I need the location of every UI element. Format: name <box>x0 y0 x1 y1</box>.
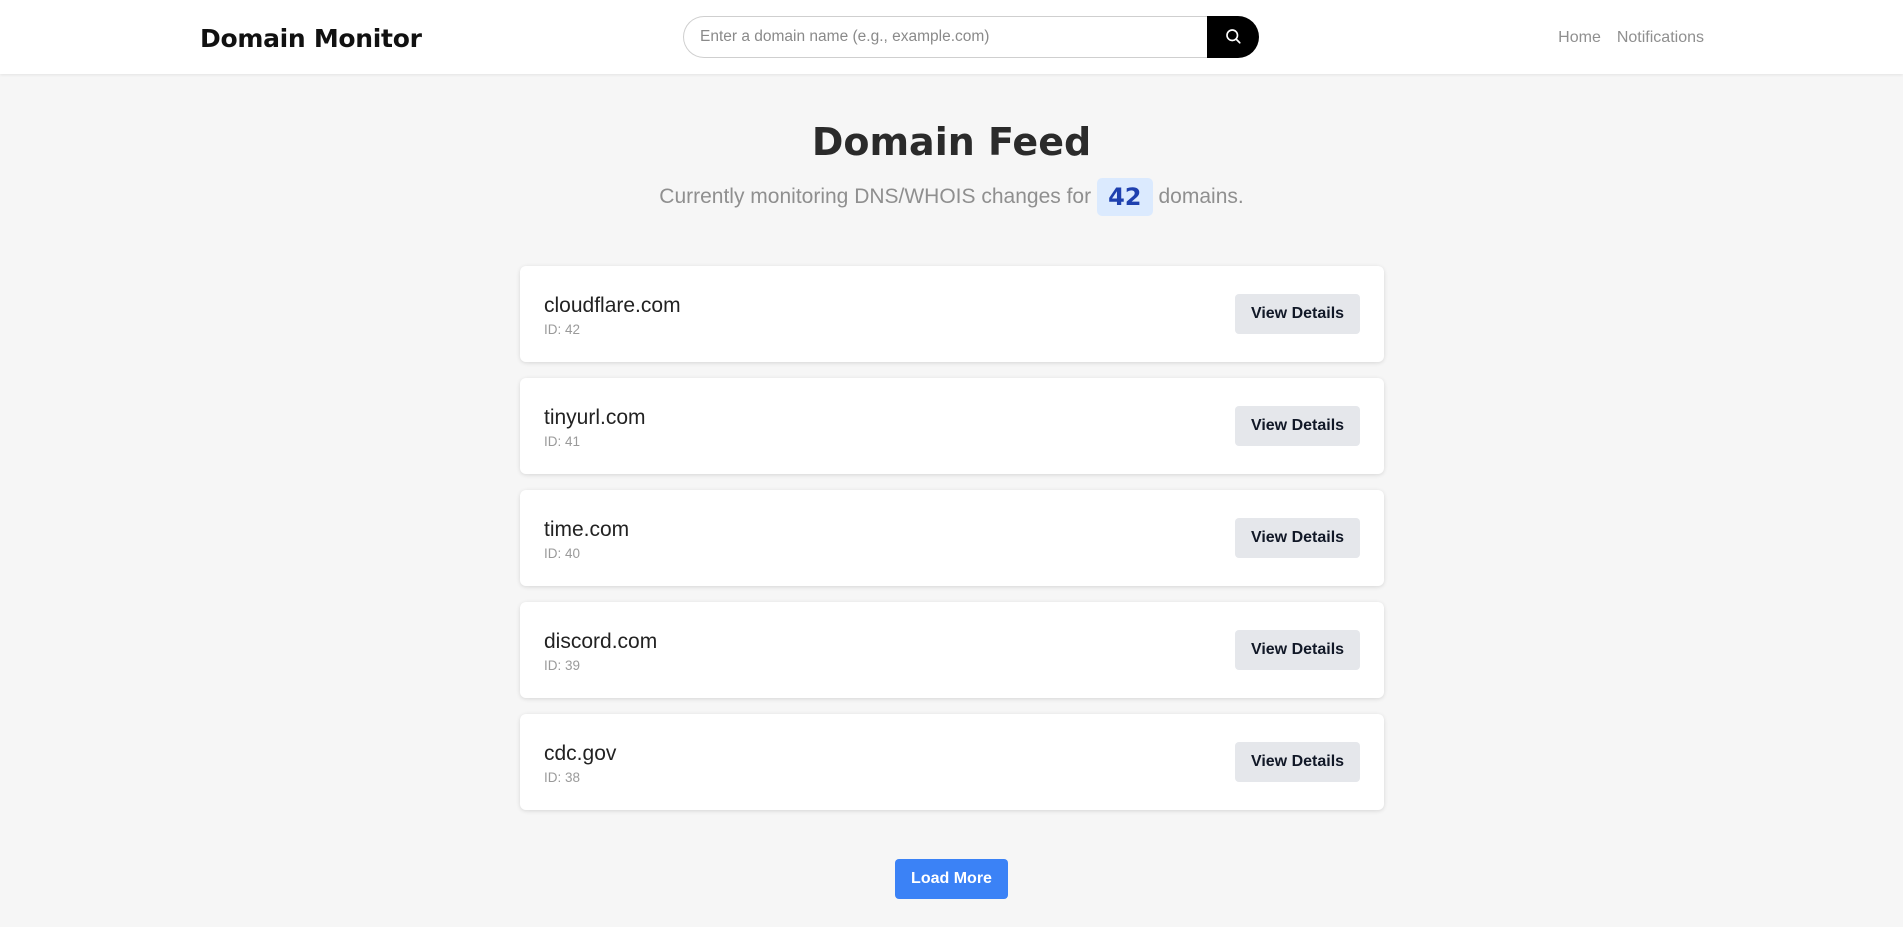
domain-id: ID: 40 <box>544 546 581 561</box>
domain-name: discord.com <box>544 630 658 653</box>
page-title: Domain Feed <box>811 120 1092 164</box>
view-details-button[interactable]: View Details <box>1235 630 1360 670</box>
load-more-button[interactable]: Load More <box>895 859 1008 899</box>
search-icon <box>1224 27 1242 48</box>
top-nav: Home Notifications <box>1558 29 1704 47</box>
search-input[interactable] <box>683 16 1207 58</box>
nav-home-link[interactable]: Home <box>1558 29 1601 47</box>
domain-name: cdc.gov <box>544 742 617 765</box>
view-details-button[interactable]: View Details <box>1235 742 1360 782</box>
brand-title[interactable]: Domain Monitor <box>200 24 422 53</box>
domain-feed-list: cloudflare.com ID: 42 View Details tinyu… <box>520 266 1384 826</box>
search-button[interactable] <box>1207 16 1259 58</box>
domain-card: tinyurl.com ID: 41 View Details <box>520 378 1384 474</box>
domain-card: cloudflare.com ID: 42 View Details <box>520 266 1384 362</box>
domain-card: discord.com ID: 39 View Details <box>520 602 1384 698</box>
view-details-button[interactable]: View Details <box>1235 294 1360 334</box>
nav-notifications-link[interactable]: Notifications <box>1617 29 1704 47</box>
view-details-button[interactable]: View Details <box>1235 518 1360 558</box>
monitoring-summary: Currently monitoring DNS/WHOIS changes f… <box>0 178 1903 216</box>
view-details-button[interactable]: View Details <box>1235 406 1360 446</box>
search-bar <box>683 16 1259 58</box>
domain-id: ID: 41 <box>544 434 581 449</box>
domain-id: ID: 42 <box>544 322 581 337</box>
domain-count-badge: 42 <box>1097 178 1153 216</box>
domain-name: tinyurl.com <box>544 406 646 429</box>
domain-name: cloudflare.com <box>544 294 681 317</box>
summary-suffix: domains. <box>1158 185 1244 208</box>
domain-id: ID: 38 <box>544 770 581 785</box>
domain-name: time.com <box>544 518 630 541</box>
domain-card: cdc.gov ID: 38 View Details <box>520 714 1384 810</box>
top-navbar: Domain Monitor Home Notifications <box>0 0 1903 74</box>
domain-card: time.com ID: 40 View Details <box>520 490 1384 586</box>
domain-id: ID: 39 <box>544 658 581 673</box>
summary-prefix: Currently monitoring DNS/WHOIS changes f… <box>659 185 1092 208</box>
